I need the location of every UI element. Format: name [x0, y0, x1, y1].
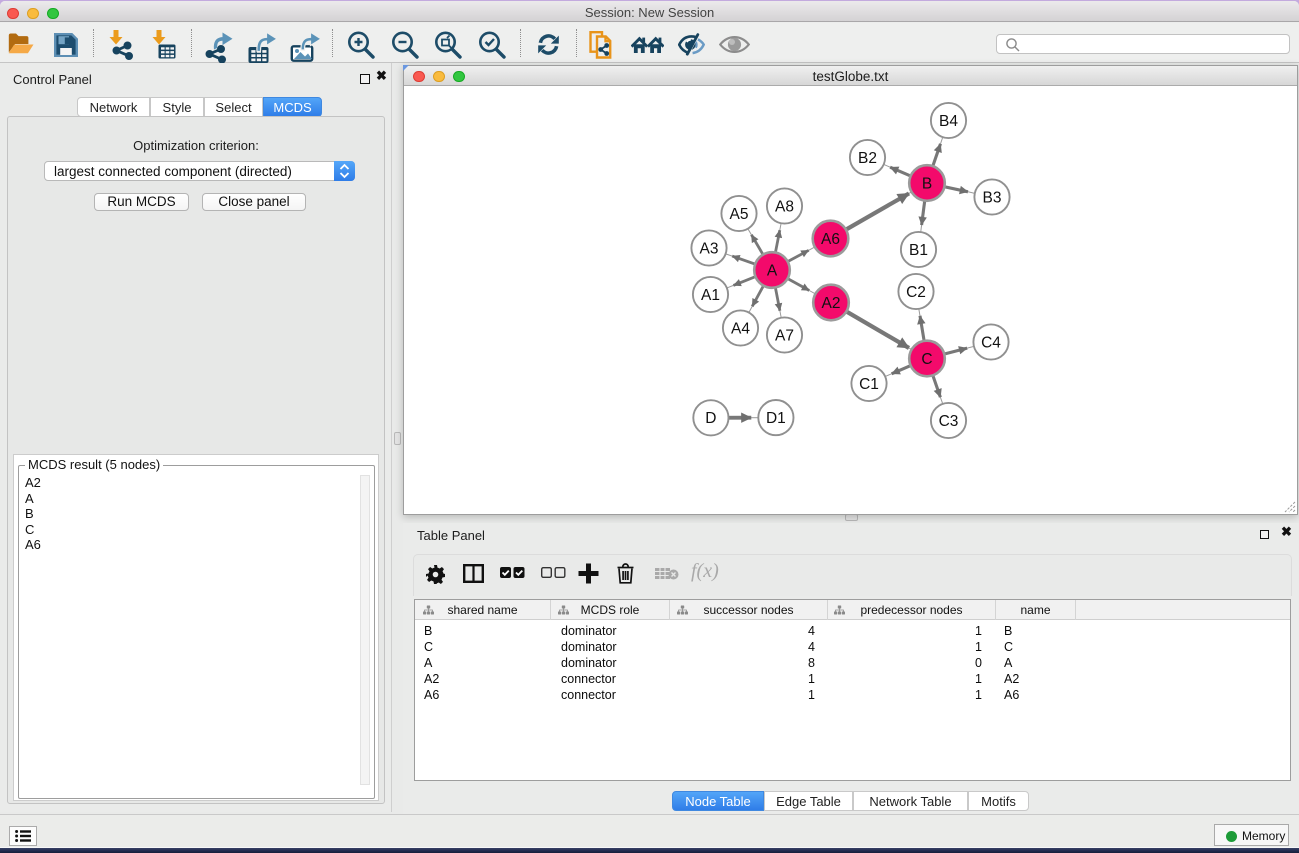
svg-text:C2: C2 [906, 284, 926, 301]
svg-text:B3: B3 [983, 189, 1002, 206]
svg-text:A8: A8 [775, 198, 794, 215]
svg-text:D: D [705, 410, 716, 427]
svg-text:A4: A4 [731, 320, 750, 337]
svg-text:A6: A6 [821, 231, 840, 248]
svg-text:A5: A5 [730, 206, 749, 223]
svg-text:B1: B1 [909, 242, 928, 259]
svg-text:B2: B2 [858, 150, 877, 167]
svg-text:B: B [922, 175, 932, 192]
svg-text:D1: D1 [766, 410, 786, 427]
svg-text:C: C [921, 351, 932, 368]
svg-text:B4: B4 [939, 113, 958, 130]
svg-text:A3: A3 [700, 240, 719, 257]
svg-text:C3: C3 [939, 413, 959, 430]
svg-text:A7: A7 [775, 327, 794, 344]
svg-text:A2: A2 [822, 295, 841, 312]
svg-text:C1: C1 [859, 376, 879, 393]
svg-text:A1: A1 [701, 287, 720, 304]
svg-text:C4: C4 [981, 334, 1001, 351]
svg-text:A: A [767, 262, 778, 279]
